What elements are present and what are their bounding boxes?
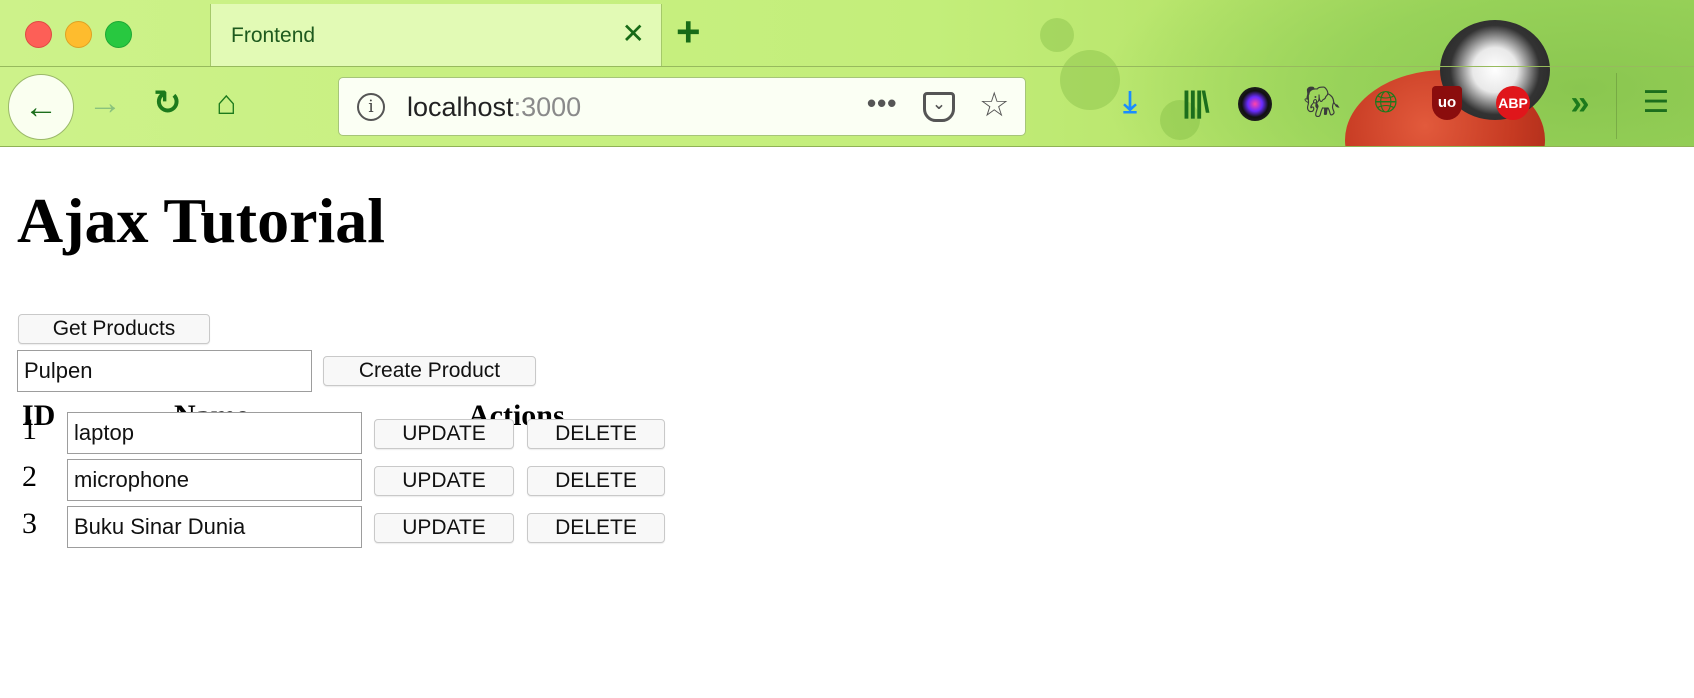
navigation-toolbar: ← → ↻ ⌂ i localhost:3000 ••• ⌄ ☆ ⤓ |||\ … [0,67,1694,146]
zoom-window-button[interactable] [105,21,132,48]
reload-icon[interactable]: ↻ [153,83,182,123]
home-icon[interactable]: ⌂ [216,83,237,123]
adblock-plus-icon[interactable]: ABP [1496,86,1530,120]
delete-button[interactable]: DELETE [527,513,665,543]
tab-strip: Frontend ✕ + [0,0,1694,67]
forward-arrow-icon[interactable]: → [88,83,122,123]
camera-extension-icon[interactable] [1238,87,1272,121]
get-products-button[interactable]: Get Products [18,314,210,344]
page-title: Ajax Tutorial [17,185,386,256]
new-tab-icon[interactable]: + [676,11,701,53]
delete-button[interactable]: DELETE [527,466,665,496]
update-button[interactable]: UPDATE [374,419,514,449]
evernote-icon[interactable]: 🐘︎ [1302,83,1342,123]
create-product-button[interactable]: Create Product [323,356,536,386]
globe-extension-icon[interactable]: 🌐︎ [1366,83,1406,123]
row-id: 2 [22,460,37,493]
site-info-icon[interactable]: i [357,93,385,121]
new-product-input[interactable]: Pulpen [17,350,312,392]
update-button[interactable]: UPDATE [374,466,514,496]
library-icon[interactable]: |||\ [1175,83,1215,123]
url-host: localhost [407,92,514,122]
delete-button[interactable]: DELETE [527,419,665,449]
page-content: Ajax Tutorial Get Products Pulpen Create… [0,147,1694,698]
back-arrow-icon[interactable]: ← [8,74,74,140]
pocket-icon[interactable]: ⌄ [923,92,955,122]
url-bar[interactable]: i localhost:3000 ••• ⌄ ☆ [338,77,1026,136]
product-name-input[interactable]: laptop [67,412,362,454]
download-icon[interactable]: ⤓ [1110,83,1150,123]
ublock-icon[interactable]: uo [1432,86,1462,120]
row-id: 1 [22,413,37,446]
product-name-input[interactable]: microphone [67,459,362,501]
browser-chrome: Frontend ✕ + ← → ↻ ⌂ i localhost:3000 ••… [0,0,1694,147]
product-name-input[interactable]: Buku Sinar Dunia [67,506,362,548]
bookmark-star-icon[interactable]: ☆ [979,87,1009,123]
page-actions-icon[interactable]: ••• [867,88,897,119]
close-window-button[interactable] [25,21,52,48]
toolbar-divider [1616,73,1617,139]
update-button[interactable]: UPDATE [374,513,514,543]
tab-frontend[interactable]: Frontend ✕ [210,4,662,66]
url-text[interactable]: localhost:3000 [407,92,581,123]
hamburger-menu-icon[interactable]: ☰ [1636,83,1676,123]
row-id: 3 [22,507,37,540]
tab-title: Frontend [231,24,316,47]
minimize-window-button[interactable] [65,21,92,48]
overflow-chevron-icon[interactable]: » [1560,83,1600,123]
close-icon[interactable]: ✕ [622,20,645,48]
url-port: :3000 [513,92,582,122]
